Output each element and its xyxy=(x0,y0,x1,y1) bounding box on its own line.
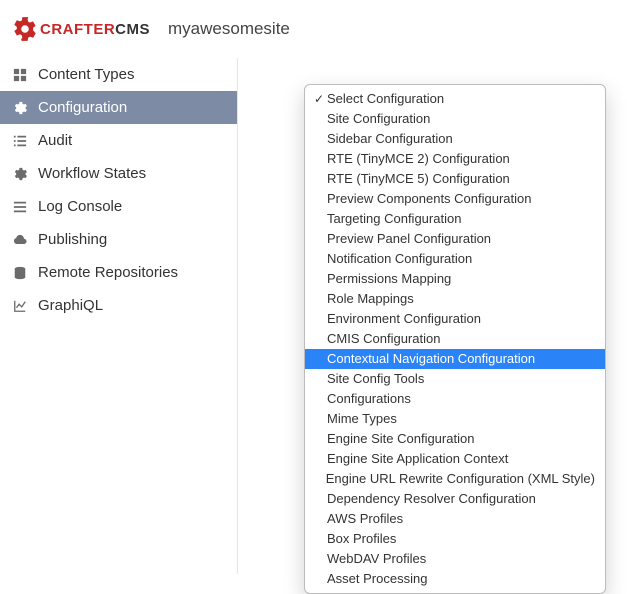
dropdown-item-label: Asset Processing xyxy=(327,570,427,588)
dropdown-item-label: Targeting Configuration xyxy=(327,210,461,228)
main-area: ✓Select ConfigurationSite ConfigurationS… xyxy=(238,58,627,574)
sidebar-item-configuration[interactable]: Configuration xyxy=(0,91,237,124)
dropdown-item[interactable]: Engine URL Rewrite Configuration (XML St… xyxy=(305,469,605,489)
dropdown-item[interactable]: Sidebar Configuration xyxy=(305,129,605,149)
dropdown-item[interactable]: Dependency Resolver Configuration xyxy=(305,489,605,509)
sidebar: Content Types Configuration Audit Workflow … xyxy=(0,58,238,574)
logo-text: CRAFTERCMS xyxy=(40,21,150,38)
dropdown-item[interactable]: Targeting Configuration xyxy=(305,209,605,229)
gear-icon xyxy=(12,100,28,116)
dropdown-item-label: Mime Types xyxy=(327,410,397,428)
sidebar-item-label: Workflow States xyxy=(38,165,146,182)
dropdown-item[interactable]: CMIS Configuration xyxy=(305,329,605,349)
sidebar-item-log-console[interactable]: Log Console xyxy=(0,190,237,223)
list-icon xyxy=(12,133,28,149)
logo[interactable]: CRAFTERCMS xyxy=(12,16,150,42)
dropdown-item-label: CMIS Configuration xyxy=(327,330,440,348)
dropdown-item[interactable]: Contextual Navigation Configuration xyxy=(305,349,605,369)
dropdown-item[interactable]: Environment Configuration xyxy=(305,309,605,329)
dropdown-item[interactable]: Notification Configuration xyxy=(305,249,605,269)
dropdown-item-label: Site Config Tools xyxy=(327,370,424,388)
dropdown-item[interactable]: WebDAV Profiles xyxy=(305,549,605,569)
gear-logo-icon xyxy=(12,16,38,42)
dropdown-item-label: Site Configuration xyxy=(327,110,430,128)
dropdown-item[interactable]: AWS Profiles xyxy=(305,509,605,529)
sidebar-item-audit[interactable]: Audit xyxy=(0,124,237,157)
sidebar-item-content-types[interactable]: Content Types xyxy=(0,58,237,91)
dropdown-item-label: Dependency Resolver Configuration xyxy=(327,490,536,508)
dropdown-item[interactable]: Site Configuration xyxy=(305,109,605,129)
sidebar-item-publishing[interactable]: Publishing xyxy=(0,223,237,256)
dropdown-item[interactable]: Engine Site Configuration xyxy=(305,429,605,449)
dropdown-item-label: Engine Site Configuration xyxy=(327,430,474,448)
dropdown-item-label: Contextual Navigation Configuration xyxy=(327,350,535,368)
dropdown-item-label: Sidebar Configuration xyxy=(327,130,453,148)
sidebar-item-label: Remote Repositories xyxy=(38,264,178,281)
site-name: myawesomesite xyxy=(168,19,290,39)
dropdown-item[interactable]: Asset Processing xyxy=(305,569,605,589)
dropdown-item[interactable]: Role Mappings xyxy=(305,289,605,309)
sidebar-item-label: GraphiQL xyxy=(38,297,103,314)
dropdown-item-label: Preview Panel Configuration xyxy=(327,230,491,248)
dropdown-item[interactable]: Preview Components Configuration xyxy=(305,189,605,209)
dropdown-item-label: Notification Configuration xyxy=(327,250,472,268)
sidebar-item-remote-repositories[interactable]: Remote Repositories xyxy=(0,256,237,289)
chart-icon xyxy=(12,298,28,314)
dropdown-item-label: WebDAV Profiles xyxy=(327,550,426,568)
dropdown-item-label: Select Configuration xyxy=(327,90,444,108)
dropdown-item-label: Preview Components Configuration xyxy=(327,190,532,208)
dropdown-item-label: Engine Site Application Context xyxy=(327,450,508,468)
dropdown-item[interactable]: Mime Types xyxy=(305,409,605,429)
dropdown-item-label: Role Mappings xyxy=(327,290,414,308)
dropdown-item[interactable]: Permissions Mapping xyxy=(305,269,605,289)
dropdown-item-label: Box Profiles xyxy=(327,530,396,548)
dropdown-item[interactable]: Preview Panel Configuration xyxy=(305,229,605,249)
dropdown-item[interactable]: Engine Site Application Context xyxy=(305,449,605,469)
gear-icon xyxy=(12,166,28,182)
sidebar-item-label: Content Types xyxy=(38,66,134,83)
dropdown-item[interactable]: ✓Select Configuration xyxy=(305,89,605,109)
dropdown-item-label: AWS Profiles xyxy=(327,510,403,528)
dropdown-item-label: Permissions Mapping xyxy=(327,270,451,288)
configuration-dropdown[interactable]: ✓Select ConfigurationSite ConfigurationS… xyxy=(304,84,606,594)
check-icon: ✓ xyxy=(311,90,327,108)
sidebar-item-label: Log Console xyxy=(38,198,122,215)
dropdown-item[interactable]: Site Config Tools xyxy=(305,369,605,389)
sidebar-item-workflow-states[interactable]: Workflow States xyxy=(0,157,237,190)
dropdown-item[interactable]: Box Profiles xyxy=(305,529,605,549)
sidebar-item-label: Configuration xyxy=(38,99,127,116)
dropdown-item-label: Engine URL Rewrite Configuration (XML St… xyxy=(326,470,595,488)
sidebar-item-label: Publishing xyxy=(38,231,107,248)
sidebar-item-label: Audit xyxy=(38,132,72,149)
dropdown-item[interactable]: RTE (TinyMCE 2) Configuration xyxy=(305,149,605,169)
dropdown-item-label: Configurations xyxy=(327,390,411,408)
dropdown-item-label: RTE (TinyMCE 5) Configuration xyxy=(327,170,510,188)
dropdown-item-label: Environment Configuration xyxy=(327,310,481,328)
grid-icon xyxy=(12,67,28,83)
sidebar-item-graphiql[interactable]: GraphiQL xyxy=(0,289,237,322)
dropdown-item[interactable]: RTE (TinyMCE 5) Configuration xyxy=(305,169,605,189)
cloud-icon xyxy=(12,232,28,248)
bars-icon xyxy=(12,199,28,215)
db-icon xyxy=(12,265,28,281)
topbar: CRAFTERCMS myawesomesite xyxy=(0,0,627,58)
dropdown-item-label: RTE (TinyMCE 2) Configuration xyxy=(327,150,510,168)
dropdown-item[interactable]: Configurations xyxy=(305,389,605,409)
